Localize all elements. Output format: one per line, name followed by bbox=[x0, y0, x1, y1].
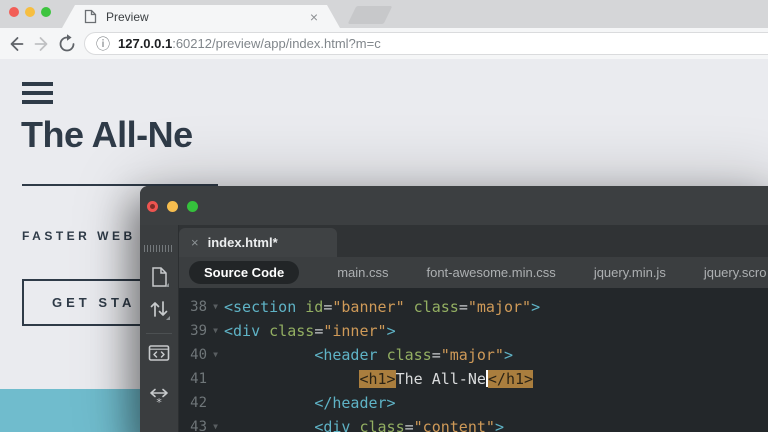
page-tagline: FASTER WEB bbox=[22, 229, 136, 243]
code-line[interactable]: 38 ▼ <section id="banner" class="major"> bbox=[179, 295, 768, 319]
line-number: 39 bbox=[190, 323, 207, 339]
line-number: 43 bbox=[190, 419, 207, 432]
back-button[interactable] bbox=[4, 32, 28, 56]
window-close-button[interactable] bbox=[9, 7, 19, 17]
working-file-item[interactable]: jquery.min.js bbox=[594, 265, 666, 280]
editor-minimize-button[interactable] bbox=[167, 201, 178, 212]
new-tab-button[interactable] bbox=[347, 6, 393, 24]
tab-close-icon[interactable]: × bbox=[310, 10, 318, 24]
hamburger-menu-icon[interactable] bbox=[22, 82, 53, 104]
code-line[interactable]: 43 ▼ <div class="content"> bbox=[179, 415, 768, 432]
editor-body: * × index.html* Source Code main.css font-… bbox=[140, 225, 768, 432]
window-minimize-button[interactable] bbox=[25, 7, 35, 17]
code-area[interactable]: 38 ▼ <section id="banner" class="major"> 39… bbox=[179, 288, 768, 432]
page-favicon-icon bbox=[84, 9, 97, 24]
window-zoom-button[interactable] bbox=[41, 7, 51, 17]
info-icon[interactable]: ⓘ bbox=[96, 37, 110, 51]
code-text: <section id="banner" class="major"> bbox=[224, 298, 541, 316]
url-path: :60212/preview/app/index.html?m=c bbox=[172, 36, 381, 51]
document-icon[interactable] bbox=[147, 265, 171, 289]
code-text: <div class="content"> bbox=[314, 418, 504, 432]
editor-titlebar[interactable] bbox=[140, 186, 768, 225]
browser-tab-title: Preview bbox=[106, 9, 149, 24]
url-host: 127.0.0.1 bbox=[118, 36, 173, 51]
working-file-item[interactable]: jquery.scro bbox=[704, 265, 767, 280]
sidebar-divider bbox=[146, 333, 172, 334]
code-line[interactable]: 41 <h1>The All-Ne </h1> bbox=[179, 367, 768, 391]
editor-main: × index.html* Source Code main.css font-aw… bbox=[179, 225, 768, 432]
sidebar-mini-label bbox=[144, 245, 172, 252]
fold-arrow-icon[interactable]: ▼ bbox=[207, 319, 224, 343]
code-line[interactable]: 42 </header> bbox=[179, 391, 768, 415]
url-field[interactable]: ⓘ 127.0.0.1:60212/preview/app/index.html… bbox=[84, 32, 768, 55]
extract-icon[interactable]: * bbox=[147, 385, 171, 409]
sort-arrows-icon[interactable] bbox=[147, 297, 171, 321]
reload-button[interactable] bbox=[55, 32, 79, 56]
line-number: 42 bbox=[190, 395, 207, 411]
editor-tab-label: index.html* bbox=[207, 235, 278, 250]
line-number: 40 bbox=[190, 347, 207, 363]
working-files: Source Code main.css font-awesome.min.css j… bbox=[179, 257, 768, 288]
code-text: </header> bbox=[314, 394, 396, 412]
browser-toolbar: ⓘ 127.0.0.1:60212/preview/app/index.html… bbox=[0, 28, 768, 60]
editor-tabbar: × index.html* bbox=[179, 225, 768, 257]
browser-tabstrip: Preview × bbox=[0, 0, 768, 28]
line-number: 41 bbox=[190, 371, 207, 387]
editor-tab-close-icon[interactable]: × bbox=[191, 236, 199, 249]
code-text: <h1>The All-Ne </h1> bbox=[359, 370, 534, 388]
code-block-icon[interactable] bbox=[147, 341, 171, 365]
fold-arrow-icon[interactable]: ▼ bbox=[207, 343, 224, 367]
screen: Preview × ⓘ 127.0.0.1:60212/preview/app/… bbox=[0, 0, 768, 432]
editor-zoom-button[interactable] bbox=[187, 201, 198, 212]
svg-text:*: * bbox=[156, 396, 163, 409]
editor-window: * × index.html* Source Code main.css font-… bbox=[140, 186, 768, 432]
code-text: <header class="major"> bbox=[314, 346, 513, 364]
page-heading: The All-Ne bbox=[21, 114, 193, 155]
editor-sidebar: * bbox=[140, 225, 179, 432]
url-text: 127.0.0.1:60212/preview/app/index.html?m… bbox=[118, 36, 381, 51]
browser-tab[interactable]: Preview × bbox=[62, 5, 340, 28]
working-file-item[interactable]: font-awesome.min.css bbox=[426, 265, 555, 280]
code-line[interactable]: 39 ▼ <div class="inner"> bbox=[179, 319, 768, 343]
code-text: <div class="inner"> bbox=[224, 322, 396, 340]
editor-tab-index-html[interactable]: × index.html* bbox=[179, 228, 337, 257]
forward-button[interactable] bbox=[30, 32, 54, 56]
fold-arrow-icon[interactable]: ▼ bbox=[207, 415, 224, 432]
working-file-item[interactable]: main.css bbox=[337, 265, 388, 280]
code-line[interactable]: 40 ▼ <header class="major"> bbox=[179, 343, 768, 367]
fold-arrow-icon[interactable]: ▼ bbox=[207, 295, 224, 319]
line-number: 38 bbox=[190, 299, 207, 315]
working-file-item[interactable]: Source Code bbox=[189, 261, 300, 284]
editor-close-button[interactable] bbox=[147, 201, 158, 212]
